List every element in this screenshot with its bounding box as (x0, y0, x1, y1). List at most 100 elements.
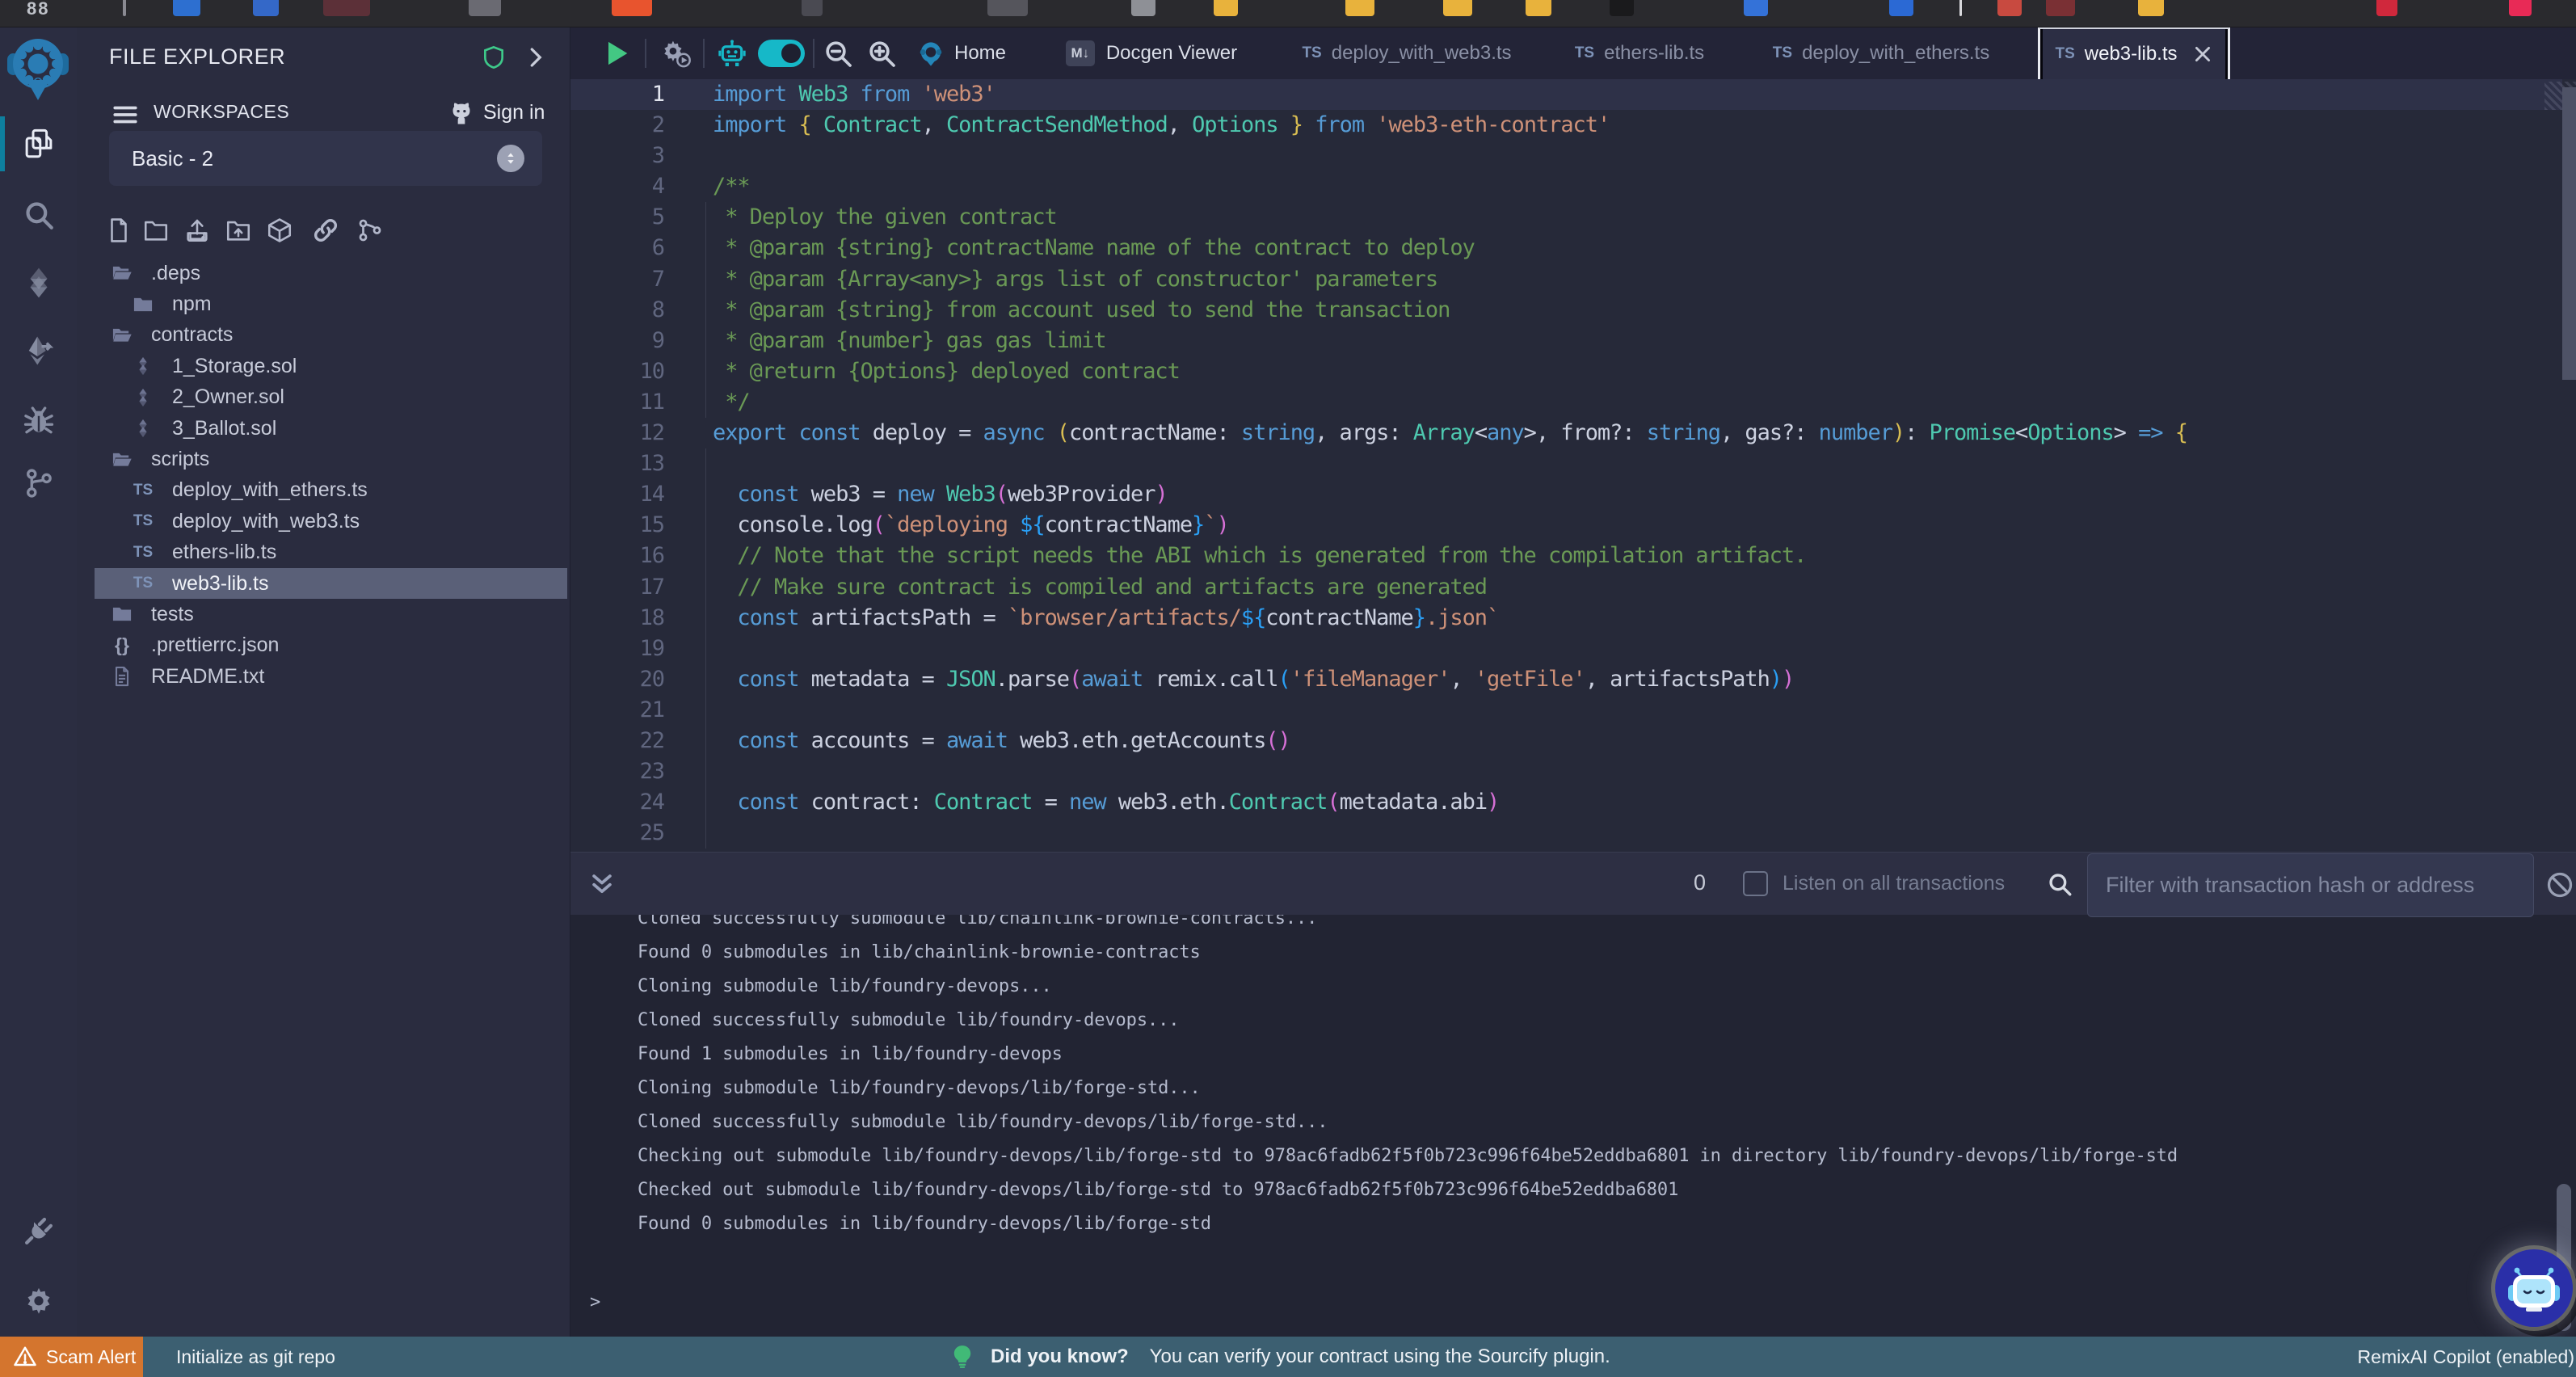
tree-item-3-ballot-sol[interactable]: 3_Ballot.sol (95, 413, 567, 444)
activity-item-search[interactable] (0, 184, 77, 246)
typescript-icon: TS (1575, 44, 1594, 62)
tree-item--deps[interactable]: .deps (95, 258, 567, 288)
close-icon[interactable] (2192, 44, 2213, 65)
tree-item-label: README.txt (151, 665, 264, 688)
run-script-button[interactable] (598, 27, 635, 79)
run-config-button[interactable] (655, 27, 697, 79)
tree-item-ethers-lib-ts[interactable]: TSethers-lib.ts (95, 537, 567, 568)
listen-checkbox[interactable] (1743, 871, 1768, 896)
code-line: const web3 = new Web3(web3Provider) (713, 479, 2187, 510)
clear-console-icon[interactable] (2545, 870, 2574, 899)
terminal-log-line: Cloning submodule lib/foundry-devops... (638, 970, 2178, 1004)
new-file-button[interactable] (103, 215, 134, 246)
scam-alert-button[interactable]: Scam Alert (0, 1337, 143, 1377)
scam-alert-label: Scam Alert (46, 1346, 136, 1368)
tree-item-deploy-with-web3-ts[interactable]: TS deploy_with_web3.ts (95, 506, 567, 537)
ai-assistant-button[interactable] (713, 27, 751, 79)
tab-label: Home (954, 42, 1006, 65)
tree-item-npm[interactable]: npm (95, 288, 567, 319)
line-number: 11 (570, 387, 664, 418)
run-script-icon (600, 37, 633, 69)
tree-item-label: 2_Owner.sol (172, 385, 284, 409)
workspaces-label: WORKSPACES (154, 101, 289, 123)
uploadfile-icon (183, 217, 211, 244)
tree-item-label: ethers-lib.ts (172, 541, 276, 564)
tab-deploy-with-web3-ts[interactable]: TSdeploy_with_web3.ts (1290, 27, 1524, 79)
tab-home[interactable]: Home (908, 27, 1015, 79)
publish-gist-button[interactable] (310, 215, 341, 246)
terminal-log-line: Found 1 submodules in lib/foundry-devops (638, 1038, 2178, 1072)
remix-ai-assistant-button[interactable] (2495, 1249, 2573, 1327)
code-content: import Web3 from 'web3'import { Contract… (713, 79, 2187, 849)
upload-folder-button[interactable] (223, 215, 254, 246)
bookmark-icon-stub (1610, 0, 1634, 16)
typescript-icon: TS (129, 507, 157, 535)
sol-icon (129, 352, 157, 380)
line-number: 13 (570, 448, 664, 479)
tab-docgen-viewer[interactable]: M↓Docgen Viewer (1050, 27, 1252, 79)
bookmark-icon-stub (469, 0, 501, 16)
zoom-in-button[interactable] (863, 27, 900, 79)
zoom-out-button[interactable] (819, 27, 857, 79)
run-config-icon (659, 37, 692, 69)
sign-in-button[interactable]: Sign in (483, 101, 545, 124)
tab-ethers-lib-ts[interactable]: TSethers-lib.ts (1555, 27, 1724, 79)
activity-item-git[interactable] (0, 453, 77, 514)
tree-item-contracts[interactable]: contracts (95, 320, 567, 351)
tree-item-label: 3_Ballot.sol (172, 417, 276, 440)
expand-terminal-icon[interactable] (588, 870, 616, 898)
chevron-right-icon[interactable] (523, 45, 547, 69)
tree-item-1-storage-sol[interactable]: 1_Storage.sol (95, 351, 567, 381)
code-editor[interactable]: 1234567891011121314151617181920212223242… (570, 79, 2576, 852)
code-line: const accounts = await web3.eth.getAccou… (713, 726, 2187, 756)
activity-item-settings[interactable] (0, 1271, 77, 1333)
workspace-sort-icon[interactable] (497, 145, 524, 172)
workspace-dropdown[interactable]: Basic - 2 (109, 131, 542, 186)
bug-icon (22, 403, 56, 437)
listen-label[interactable]: Listen on all transactions (1783, 872, 2005, 895)
line-number: 12 (570, 418, 664, 448)
did-you-know-tip: Did you know? You can verify your contra… (952, 1337, 1610, 1377)
editor-scrollbar[interactable] (2562, 87, 2576, 380)
tab-deploy-with-ethers-ts[interactable]: TSdeploy_with_ethers.ts (1760, 27, 2002, 79)
activity-item-deploy-run[interactable] (0, 320, 77, 381)
transaction-filter-input[interactable] (2087, 853, 2534, 917)
github-icon[interactable] (447, 99, 476, 128)
terminal-log-line: Found 0 submodules in lib/foundry-devops… (638, 1207, 2178, 1241)
toolbar-separator (703, 39, 705, 68)
plug-icon (22, 1214, 56, 1248)
tree-item-web3-lib-ts[interactable]: TSweb3-lib.ts (95, 568, 567, 599)
init-git-repo-button[interactable]: Initialize as git repo (176, 1346, 335, 1368)
line-number: 5 (570, 202, 664, 233)
hamburger-menu-icon[interactable] (112, 101, 139, 125)
sol-icon (129, 384, 157, 411)
tree-item-deploy-with-ethers-ts[interactable]: TSdeploy_with_ethers.ts (95, 475, 567, 506)
tree-item-2-owner-sol[interactable]: 2_Owner.sol (95, 382, 567, 413)
publish-ipfs-button[interactable] (264, 215, 295, 246)
tree-item-tests[interactable]: tests (95, 599, 567, 630)
terminal-output[interactable]: Cloned successfully submodule lib/chainl… (570, 915, 2576, 1337)
upload-file-button[interactable] (182, 215, 213, 246)
tab-web3-lib-ts[interactable]: TSweb3-lib.ts (2038, 27, 2230, 79)
bookmark-icon-stub (1889, 0, 1913, 16)
zoom-out-icon (822, 37, 854, 69)
tree-item-label: deploy_with_web3.ts (172, 510, 360, 533)
tree-item-scripts[interactable]: scripts (95, 444, 567, 474)
ai-toggle-button[interactable] (756, 27, 806, 79)
remix-logo-icon[interactable] (6, 35, 69, 101)
warning-triangle-icon (13, 1345, 37, 1369)
tree-item--prettierrc-json[interactable]: {}.prettierrc.json (95, 630, 567, 661)
new-folder-button[interactable] (141, 215, 171, 246)
terminal-prompt[interactable]: > (590, 1286, 600, 1320)
activity-item-debugger[interactable] (0, 390, 77, 451)
tree-item-readme-txt[interactable]: README.txt (95, 661, 567, 692)
tip-text: You can verify your contract using the S… (1150, 1345, 1610, 1368)
folder-icon (108, 600, 136, 628)
bookmark-icon-stub (802, 0, 823, 16)
activity-item-solidity-compiler[interactable] (0, 252, 77, 314)
clone-git-button[interactable] (355, 215, 385, 246)
activity-item-plugin-manager[interactable] (0, 1200, 77, 1261)
ai-robot-icon (2507, 1262, 2561, 1314)
terminal-search-icon[interactable] (2046, 870, 2073, 898)
activity-item-file-explorer[interactable] (0, 113, 77, 175)
